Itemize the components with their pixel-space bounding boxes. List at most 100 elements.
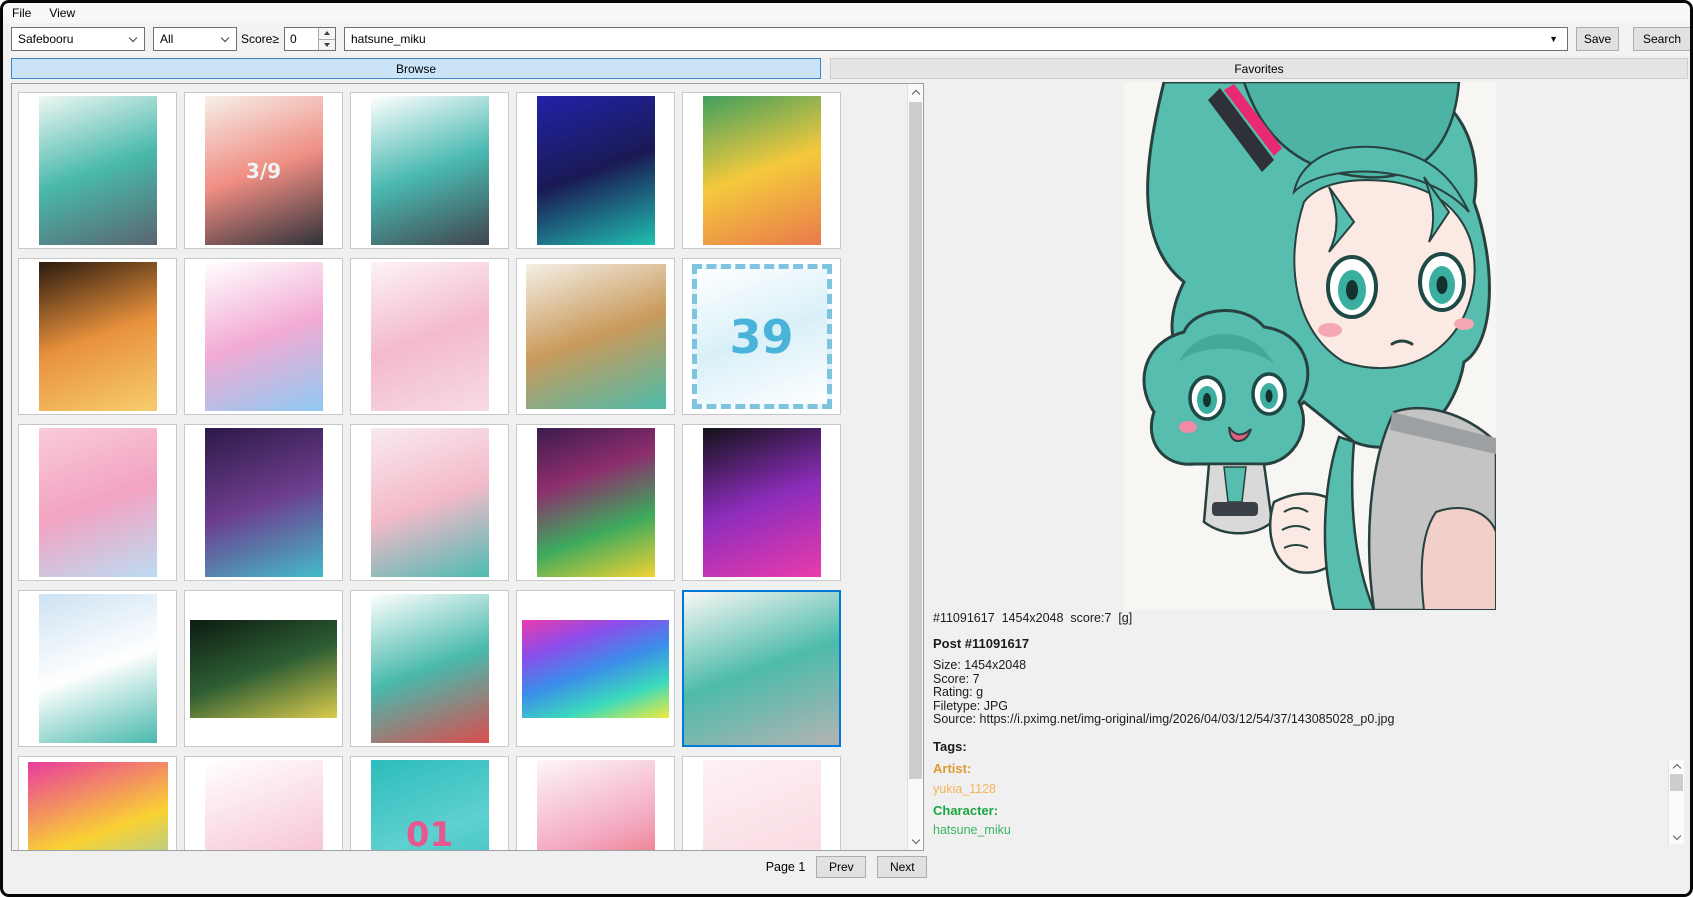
- thumbnail-image: [28, 762, 168, 851]
- character-tag[interactable]: hatsune_miku: [933, 823, 1011, 837]
- info-size: Size: 1454x2048: [933, 659, 1394, 673]
- thumbnail-image: [703, 428, 821, 577]
- search-button[interactable]: Search: [1633, 27, 1691, 51]
- thumbnail-image: [371, 96, 489, 245]
- arrow-up-icon: [324, 31, 330, 35]
- tab-favorites[interactable]: Favorites: [830, 58, 1688, 79]
- thumbnail-image: 3/9: [205, 96, 323, 245]
- rating-select[interactable]: All: [153, 27, 237, 51]
- menu-file[interactable]: File: [3, 3, 40, 23]
- thumbnail-image: [537, 760, 655, 851]
- thumbnail-image: [703, 760, 821, 851]
- thumbnail-image: [205, 760, 323, 851]
- thumbnail-image: [526, 264, 666, 409]
- thumbnail-image: [371, 428, 489, 577]
- thumbnail[interactable]: [350, 258, 509, 415]
- thumbnail[interactable]: [18, 590, 177, 747]
- menu-view[interactable]: View: [40, 3, 84, 23]
- thumbnail[interactable]: 01: [350, 756, 509, 851]
- thumbnail[interactable]: [350, 424, 509, 581]
- info-source: Source: https://i.pximg.net/img-original…: [933, 713, 1394, 727]
- search-input-value: hatsune_miku: [351, 32, 426, 46]
- scroll-down-button[interactable]: [1669, 829, 1684, 846]
- thumbnail-image: [371, 594, 489, 743]
- chevron-down-icon: [129, 34, 137, 42]
- site-select[interactable]: Safebooru: [11, 27, 145, 51]
- spinner-down-button[interactable]: [319, 40, 335, 51]
- score-spinner[interactable]: 0: [284, 27, 336, 51]
- thumbnail[interactable]: [682, 590, 841, 747]
- info-filetype: Filetype: JPG: [933, 700, 1394, 714]
- thumbnail[interactable]: [184, 424, 343, 581]
- thumbnail[interactable]: [18, 756, 177, 851]
- arrow-down-icon: [324, 43, 330, 47]
- tab-browse[interactable]: Browse: [11, 58, 821, 79]
- thumbnail-image: [684, 592, 839, 745]
- thumbnail[interactable]: [516, 590, 675, 747]
- page-label: Page 1: [766, 860, 806, 874]
- thumbnail[interactable]: 3/9: [184, 92, 343, 249]
- save-button[interactable]: Save: [1576, 27, 1619, 51]
- scrollbar-thumb[interactable]: [1670, 774, 1683, 791]
- results-panel: 3/9 39 01: [11, 83, 924, 851]
- scroll-up-button[interactable]: [908, 84, 923, 101]
- thumbnail[interactable]: [18, 92, 177, 249]
- thumbnail-image: [537, 96, 655, 245]
- score-label: Score≥: [241, 32, 279, 46]
- grid-scrollbar[interactable]: [907, 84, 923, 850]
- thumbnail[interactable]: [350, 92, 509, 249]
- thumbnail-image: [39, 96, 157, 245]
- thumbnail-image: 01: [371, 760, 489, 851]
- thumbnail[interactable]: [516, 258, 675, 415]
- tags-scrollbar[interactable]: [1668, 760, 1684, 844]
- thumbnail[interactable]: [184, 590, 343, 747]
- chevron-down-icon: [221, 34, 229, 42]
- thumbnail[interactable]: 39: [682, 258, 841, 415]
- thumbnail[interactable]: [18, 258, 177, 415]
- thumbnail-art-text: 3/9: [246, 159, 281, 183]
- post-info: Size: 1454x2048 Score: 7 Rating: g Filet…: [933, 659, 1394, 727]
- artist-tag-label: Artist:: [933, 761, 971, 776]
- preview-image[interactable]: [1124, 82, 1496, 610]
- thumbnail-image: 39: [692, 264, 832, 409]
- dropdown-arrow-icon[interactable]: ▼: [1549, 34, 1558, 44]
- thumbnail[interactable]: [184, 258, 343, 415]
- chevron-up-icon: [911, 90, 919, 98]
- thumbnail[interactable]: [18, 424, 177, 581]
- chevron-up-icon: [1672, 764, 1680, 772]
- thumbnail-image: [39, 262, 157, 411]
- thumbnail-image: [205, 262, 323, 411]
- thumbnail-image: [522, 620, 669, 718]
- thumbnail[interactable]: [682, 92, 841, 249]
- thumbnail[interactable]: [516, 92, 675, 249]
- character-tag-label: Character:: [933, 803, 998, 818]
- preview-caption: #11091617 1454x2048 score:7 [g]: [933, 611, 1132, 625]
- thumbnail[interactable]: [516, 424, 675, 581]
- tab-bar: Browse Favorites: [3, 58, 1690, 79]
- next-button[interactable]: Next: [877, 856, 927, 878]
- search-input[interactable]: hatsune_miku ▼: [344, 27, 1568, 51]
- toolbar: Safebooru All Score≥ 0 hatsune_miku ▼ Sa…: [3, 23, 1690, 56]
- artist-tag[interactable]: yukia_1128: [933, 782, 996, 796]
- thumbnail-image: [39, 428, 157, 577]
- spinner-up-button[interactable]: [319, 28, 335, 40]
- menu-bar: File View: [3, 3, 1690, 23]
- prev-button[interactable]: Prev: [816, 856, 866, 878]
- thumbnail[interactable]: [184, 756, 343, 851]
- thumbnail[interactable]: [516, 756, 675, 851]
- thumbnail[interactable]: [350, 590, 509, 747]
- chevron-down-icon: [911, 836, 919, 844]
- scrollbar-thumb[interactable]: [909, 102, 922, 779]
- preview-artwork: [1124, 82, 1496, 610]
- scroll-down-button[interactable]: [908, 833, 923, 850]
- tags-header: Tags:: [933, 739, 967, 754]
- scroll-up-button[interactable]: [1669, 758, 1684, 775]
- thumbnail-grid: 3/9 39 01: [18, 92, 898, 851]
- thumbnail[interactable]: [682, 424, 841, 581]
- thumbnail-image: [205, 428, 323, 577]
- thumbnail[interactable]: [682, 756, 841, 851]
- app-window: File View Safebooru All Score≥ 0 hatsune…: [0, 0, 1693, 897]
- thumbnail-art-text: 39: [729, 310, 793, 364]
- score-value: 0: [285, 32, 318, 46]
- info-score: Score: 7: [933, 673, 1394, 687]
